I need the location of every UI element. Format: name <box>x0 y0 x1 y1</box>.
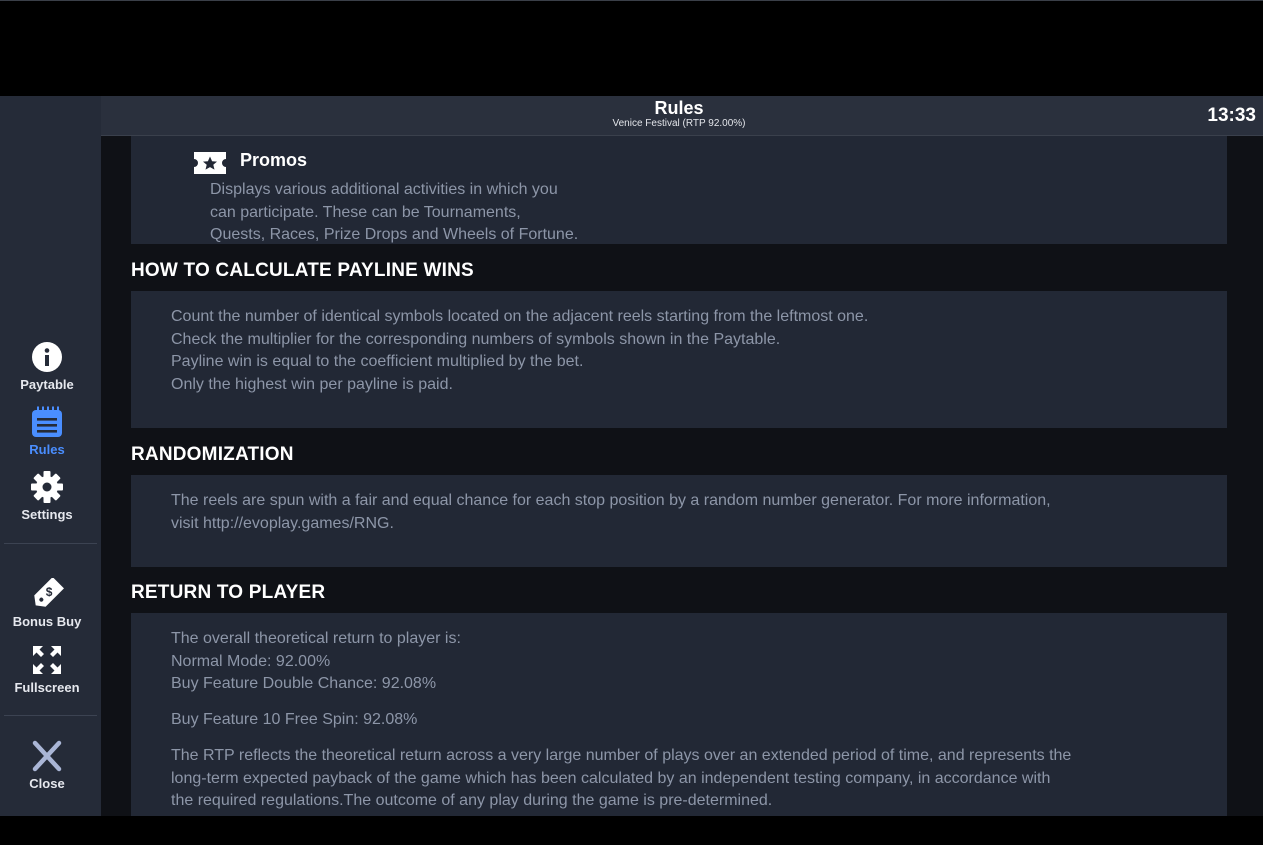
game-subtitle: Venice Festival (RTP 92.00%) <box>612 118 746 129</box>
rtp-explanation: The RTP reflects the theoretical return … <box>171 745 1071 813</box>
sidebar-divider <box>4 715 97 716</box>
rtp-line: The overall theoretical return to player… <box>171 630 461 647</box>
sidebar-item-paytable[interactable]: Paytable <box>0 341 94 392</box>
promos-description: Displays various additional activities i… <box>210 179 578 247</box>
sidebar-item-rules[interactable]: Rules <box>0 406 94 457</box>
sidebar-label-paytable: Paytable <box>20 377 74 392</box>
sidebar-item-fullscreen[interactable]: Fullscreen <box>0 644 94 695</box>
game-rules-window: Paytable Rules Settings $ Bonus Buy Full… <box>0 96 1263 816</box>
clock: 13:33 <box>1207 105 1256 126</box>
promos-line: Quests, Races, Prize Drops and Wheels of… <box>210 226 579 244</box>
rtp-double-chance: Buy Feature Double Chance: 92.08% <box>171 675 437 693</box>
fullscreen-icon <box>30 644 64 676</box>
sidebar-label-settings: Settings <box>21 507 73 522</box>
randomization-section-title: RANDOMIZATION <box>131 444 294 465</box>
rtp-free-spin: Buy Feature 10 Free Spin: 92.08% <box>171 711 418 728</box>
randomization-description: The reels are spun with a fair and equal… <box>171 490 1051 535</box>
price-tag-icon: $ <box>30 578 64 610</box>
rtp-explanation-line: The RTP reflects the theoretical return … <box>171 747 1072 764</box>
promos-line: Displays various additional activities i… <box>210 181 558 198</box>
header-bar: Rules Venice Festival (RTP 92.00%) 13:33 <box>101 96 1263 136</box>
promos-line: can participate. These can be Tournament… <box>210 203 521 221</box>
info-icon <box>30 341 64 373</box>
rtp-section-title: RETURN TO PLAYER <box>131 582 326 603</box>
rtp-normal-mode: Normal Mode: 92.00% <box>171 652 331 670</box>
randomization-panel: The reels are spun with a fair and equal… <box>131 475 1227 567</box>
rtp-values: The overall theoretical return to player… <box>171 628 461 696</box>
ticket-star-icon <box>194 152 226 174</box>
gear-icon <box>30 471 64 503</box>
close-icon <box>30 740 64 772</box>
promos-title: Promos <box>240 150 308 170</box>
sidebar-label-rules: Rules <box>29 442 65 457</box>
promos-panel: Promos Displays various additional activ… <box>131 136 1227 244</box>
sidebar-item-settings[interactable]: Settings <box>0 471 94 522</box>
rtp-explanation-line: long-term expected payback of the game w… <box>171 769 1051 787</box>
sidebar-divider <box>4 543 97 544</box>
svg-text:$: $ <box>46 585 53 599</box>
randomization-line: The reels are spun with a fair and equal… <box>171 492 1051 509</box>
payline-section-title: HOW TO CALCULATE PAYLINE WINS <box>131 260 474 281</box>
rtp-panel: The overall theoretical return to player… <box>131 613 1227 816</box>
sidebar: Paytable Rules Settings $ Bonus Buy Full… <box>0 96 101 816</box>
payline-line: Count the number of identical symbols lo… <box>171 308 869 325</box>
top-border <box>0 0 1263 1</box>
sidebar-label-bonus-buy: Bonus Buy <box>12 614 82 629</box>
payline-line: Check the multiplier for the correspondi… <box>171 330 781 348</box>
payline-line: Only the highest win per payline is paid… <box>171 375 453 393</box>
sidebar-item-bonus-buy[interactable]: $ Bonus Buy <box>0 578 94 629</box>
notebook-icon <box>30 406 64 438</box>
payline-description: Count the number of identical symbols lo… <box>171 306 868 396</box>
sidebar-label-fullscreen: Fullscreen <box>14 680 80 695</box>
rules-content[interactable]: Promos Displays various additional activ… <box>101 136 1263 816</box>
sidebar-item-close[interactable]: Close <box>0 740 94 791</box>
sidebar-label-close: Close <box>29 776 65 791</box>
payline-line: Payline win is equal to the coefficient … <box>171 353 584 371</box>
rtp-explanation-line: the required regulations.The outcome of … <box>171 792 773 810</box>
randomization-line: visit http://evoplay.games/RNG. <box>171 514 394 532</box>
page-title: Rules <box>654 98 704 118</box>
payline-panel: Count the number of identical symbols lo… <box>131 291 1227 428</box>
